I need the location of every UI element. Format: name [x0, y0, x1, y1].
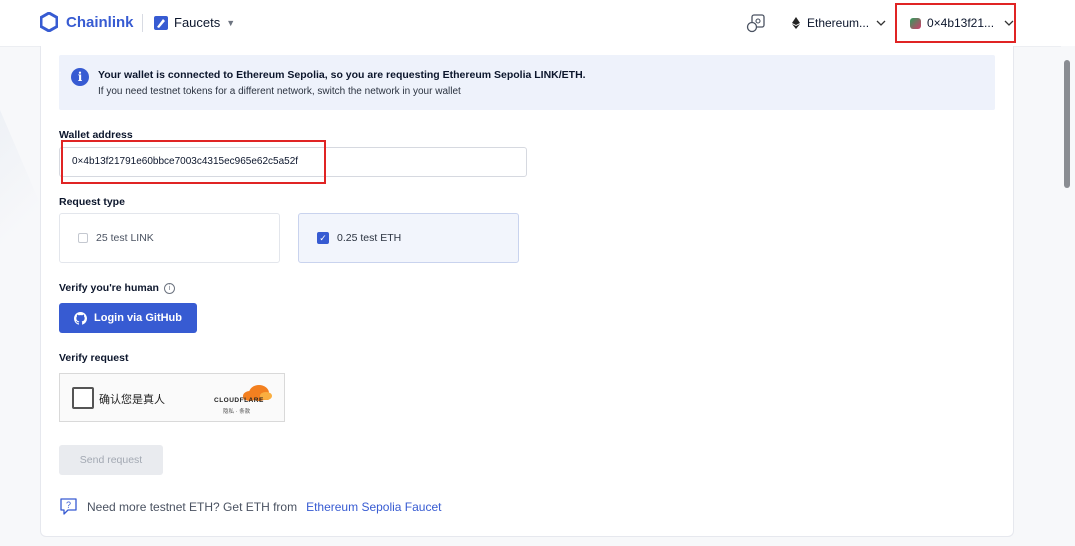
wallet-account-label: 0×4b13f21... — [926, 16, 995, 30]
request-option-eth[interactable]: ✓ 0.25 test ETH — [298, 213, 519, 263]
wallet-address-label: Wallet address — [59, 129, 133, 141]
faucet-form-card: i Your wallet is connected to Ethereum S… — [40, 46, 1014, 537]
captcha-brand: CLOUDFLARE — [214, 397, 264, 404]
sepolia-faucet-link[interactable]: Ethereum Sepolia Faucet — [306, 500, 441, 514]
github-icon — [74, 311, 87, 325]
send-request-button[interactable]: Send request — [59, 445, 163, 475]
wallet-account-button[interactable]: 0×4b13f21... — [895, 3, 1016, 43]
captcha-links[interactable]: 隐私 · 条款 — [223, 407, 250, 415]
captcha-checkbox[interactable] — [72, 387, 94, 409]
verify-request-label: Verify request — [59, 352, 129, 364]
turnstile-captcha: 确认您是真人 CLOUDFLARE 隐私 · 条款 — [59, 373, 285, 422]
chevron-down-icon — [876, 20, 886, 26]
captcha-label: 确认您是真人 — [99, 393, 165, 406]
faucet-icon — [154, 15, 168, 30]
request-option-label: 25 test LINK — [96, 232, 154, 244]
checkbox-checked-icon[interactable]: ✓ — [317, 232, 329, 244]
top-navbar: Chainlink Faucets ▼ Ethereum... 0×4b13f2… — [0, 0, 1075, 47]
header-divider — [142, 14, 143, 32]
wallet-avatar-icon — [910, 17, 921, 29]
faucets-menu[interactable]: Faucets ▼ — [154, 15, 235, 30]
verify-human-text: Verify you're human — [59, 282, 159, 294]
info-circle-icon[interactable]: i — [163, 283, 175, 294]
network-selector[interactable]: Ethereum... — [792, 16, 886, 30]
network-name: Ethereum... — [807, 16, 870, 30]
svg-text:?: ? — [66, 500, 71, 510]
chainlink-logo-icon — [40, 12, 58, 32]
faucets-menu-label: Faucets — [174, 15, 221, 30]
login-github-button[interactable]: Login via GitHub — [59, 303, 197, 333]
login-github-label: Login via GitHub — [94, 312, 182, 324]
brand-name: Chainlink — [66, 13, 134, 31]
checkbox-unchecked-icon[interactable] — [78, 233, 88, 243]
info-icon: i — [71, 68, 89, 86]
request-option-link[interactable]: 25 test LINK — [59, 213, 280, 263]
info-banner-title: Your wallet is connected to Ethereum Sep… — [98, 69, 586, 81]
scrollbar-thumb[interactable] — [1064, 60, 1070, 188]
ethereum-icon — [792, 17, 800, 29]
chevron-down-icon — [1004, 20, 1014, 26]
wallet-address-input[interactable]: 0×4b13f21791e60bbce7003c4315ec965e62c5a5… — [59, 147, 527, 177]
wallet-connect-icon[interactable] — [746, 13, 766, 33]
request-type-label: Request type — [59, 196, 125, 208]
more-testnet-hint: ? Need more testnet ETH? Get ETH from Et… — [59, 497, 442, 516]
verify-human-label: Verify you're human i — [59, 282, 175, 294]
request-option-label: 0.25 test ETH — [337, 232, 402, 244]
chevron-down-icon: ▼ — [226, 17, 236, 28]
brand-logo[interactable]: Chainlink — [40, 12, 134, 32]
help-icon: ? — [60, 498, 77, 515]
info-banner-subtitle: If you need testnet tokens for a differe… — [98, 86, 461, 97]
more-testnet-text: Need more testnet ETH? Get ETH from — [87, 499, 298, 514]
info-banner: i Your wallet is connected to Ethereum S… — [59, 55, 995, 110]
